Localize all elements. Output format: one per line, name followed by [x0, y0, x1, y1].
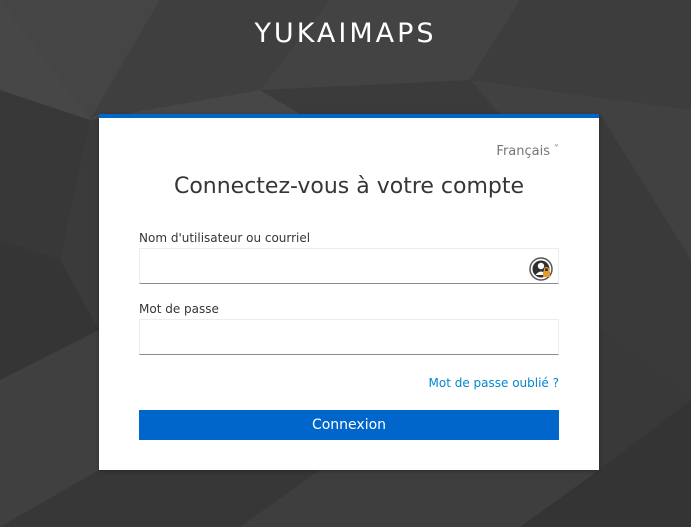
language-label: Français — [496, 144, 550, 159]
chevron-down-icon: ˅ — [554, 144, 559, 155]
language-selector[interactable]: Français ˅ — [496, 144, 559, 159]
app-brand-title: YUKAIMAPS — [254, 18, 437, 49]
login-card: Français ˅ Connectez-vous à votre compte … — [99, 114, 599, 470]
password-input[interactable] — [139, 319, 559, 355]
password-manager-icon[interactable] — [529, 257, 553, 281]
page-title: Connectez-vous à votre compte — [173, 174, 525, 199]
login-button[interactable]: Connexion — [139, 410, 559, 440]
username-label: Nom d'utilisateur ou courriel — [139, 231, 311, 245]
username-input[interactable] — [139, 248, 559, 284]
forgot-password-link[interactable]: Mot de passe oublié ? — [429, 376, 560, 390]
password-label: Mot de passe — [139, 302, 219, 316]
